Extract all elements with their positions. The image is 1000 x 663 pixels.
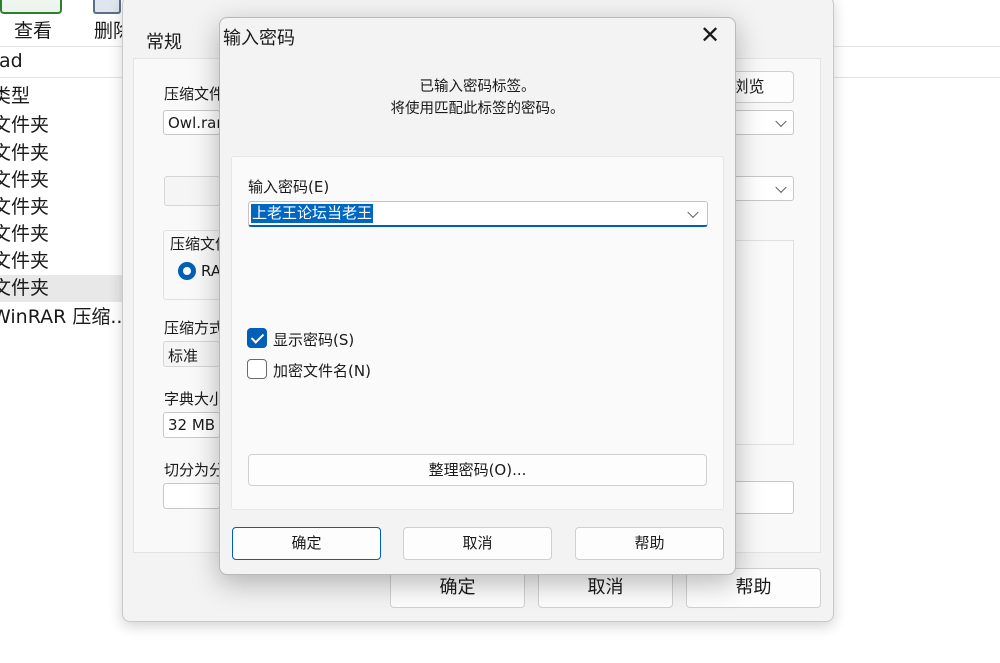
profile-button[interactable] (164, 176, 220, 206)
close-button[interactable]: ✕ (694, 22, 726, 50)
help-button[interactable]: 帮助 (575, 527, 724, 560)
split-field[interactable] (163, 483, 220, 509)
archive-name-label: 压缩文件名 (164, 85, 219, 103)
rar-radio[interactable] (178, 262, 196, 280)
list-header-type[interactable]: 类型 (0, 83, 122, 110)
list-item[interactable]: 文件夹 (0, 112, 122, 139)
dictionary-select[interactable]: 32 MB (163, 412, 220, 438)
encrypt-filenames-checkbox[interactable] (247, 359, 267, 379)
close-icon: ✕ (699, 21, 721, 49)
chevron-down-icon (775, 181, 787, 193)
list-item[interactable]: WinRAR 压缩... (0, 304, 122, 331)
message-line-1: 已输入密码标签。 (419, 79, 536, 95)
password-label: 输入密码(E) (248, 178, 330, 196)
list-item[interactable]: 文件夹 (0, 248, 122, 275)
right-field[interactable] (736, 481, 794, 514)
dialog-title: 输入密码 (223, 28, 295, 49)
dictionary-label: 字典大小 (164, 390, 219, 408)
show-password-checkbox[interactable] (247, 328, 267, 348)
delete-icon[interactable] (93, 0, 121, 14)
chevron-down-icon[interactable] (687, 206, 699, 218)
delete-label[interactable]: 删除 (94, 16, 122, 43)
list-item[interactable]: 文件夹 (0, 221, 122, 248)
list-item[interactable]: 文件夹 (0, 167, 122, 194)
list-item-selected[interactable]: 文件夹 (0, 275, 122, 302)
cancel-button[interactable]: 取消 (403, 527, 552, 560)
password-combobox[interactable]: 上老王论坛当老王 (248, 201, 708, 227)
archive-name-field[interactable]: Owl.rar (163, 110, 220, 135)
view-icon[interactable] (0, 0, 62, 14)
organize-passwords-button[interactable]: 整理密码(O)... (248, 454, 707, 486)
browse-button[interactable]: 浏览(B)... (736, 71, 794, 103)
split-label: 切分为分卷 (164, 461, 219, 479)
ok-button[interactable]: 确定 (232, 527, 381, 560)
update-mode-dropdown[interactable] (736, 176, 794, 201)
format-group-label: 压缩文件格式 (170, 235, 220, 253)
list-item[interactable]: 文件夹 (0, 194, 122, 221)
method-label: 压缩方式 (164, 319, 219, 337)
view-label[interactable]: 查看 (14, 16, 52, 43)
chevron-down-icon (775, 115, 787, 127)
message-line-2: 将使用匹配此标签的密码。 (390, 101, 565, 117)
list-item[interactable]: 文件夹 (0, 140, 122, 167)
rar-radio-label: RAR (201, 262, 220, 280)
password-value[interactable]: 上老王论坛当老王 (251, 204, 374, 223)
tab-general[interactable]: 常规 (146, 28, 182, 54)
method-select[interactable]: 标准 (163, 341, 220, 367)
address-text: ad (0, 50, 23, 72)
show-password-label[interactable]: 显示密码(S) (273, 329, 354, 350)
archive-name-dropdown[interactable] (736, 110, 794, 135)
encrypt-filenames-label[interactable]: 加密文件名(N) (273, 360, 371, 381)
options-group (736, 240, 794, 445)
